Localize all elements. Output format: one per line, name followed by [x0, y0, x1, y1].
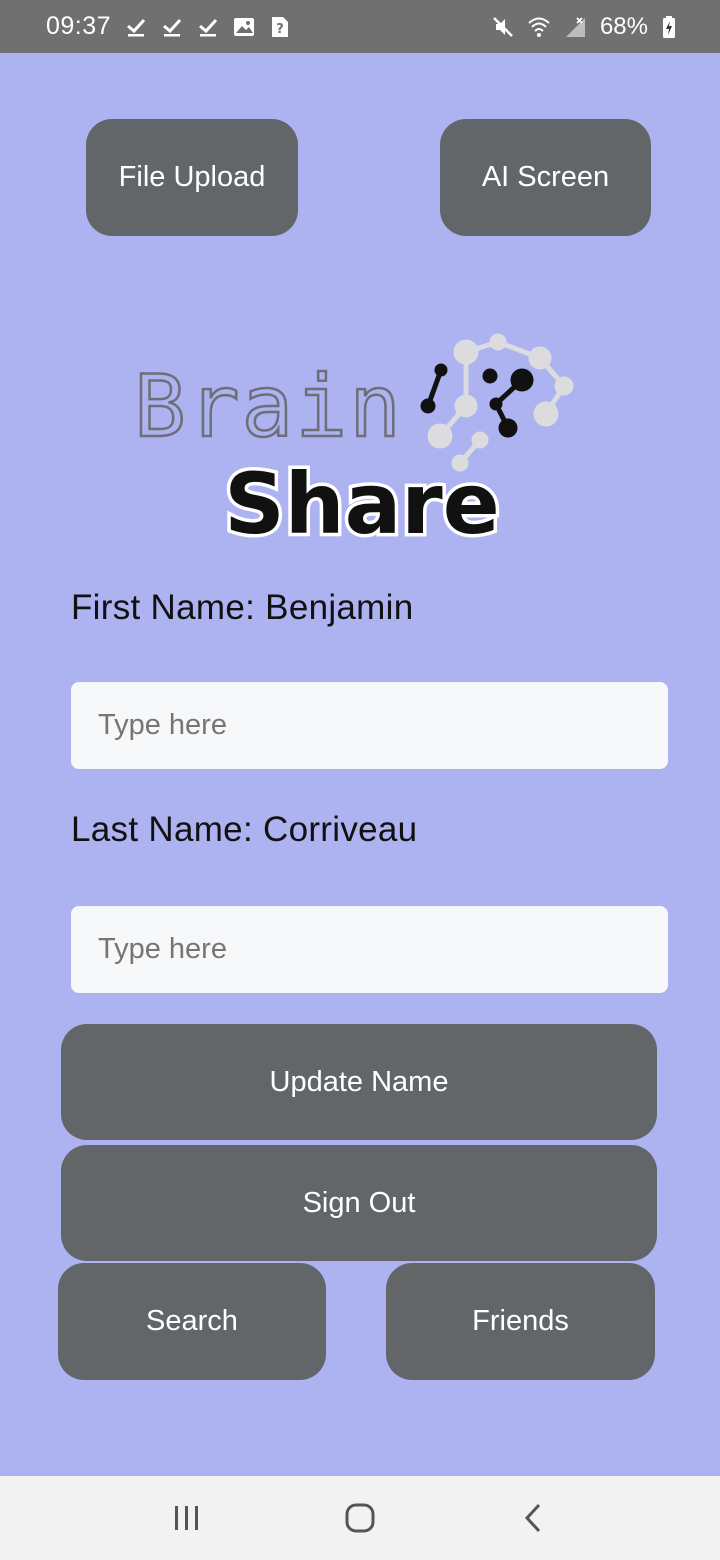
- no-signal-icon: [564, 16, 586, 38]
- status-left: 09:37 ?: [46, 12, 291, 41]
- home-icon[interactable]: [330, 1488, 390, 1548]
- file-upload-button[interactable]: File Upload: [86, 119, 298, 236]
- battery-charging-icon: [662, 15, 676, 38]
- logo-brain-text: Brain: [134, 357, 403, 457]
- sign-out-button[interactable]: Sign Out: [61, 1145, 657, 1261]
- check-icon: [161, 16, 183, 38]
- logo-share-text: Share: [224, 455, 499, 553]
- battery-level: 68%: [599, 12, 648, 40]
- update-name-button[interactable]: Update Name: [61, 1024, 657, 1140]
- wifi-icon: [528, 16, 550, 38]
- last-name-input[interactable]: [71, 906, 668, 993]
- first-name-input[interactable]: [71, 682, 668, 769]
- image-icon: [233, 16, 255, 38]
- check-icon: [197, 16, 219, 38]
- first-name-label: First Name: Benjamin: [71, 588, 414, 627]
- back-icon[interactable]: [503, 1488, 563, 1548]
- status-right: 68%: [492, 13, 676, 41]
- profile-screen: File Upload AI Screen Brain Share First …: [0, 53, 720, 1476]
- mute-icon: [492, 16, 514, 38]
- ai-screen-button[interactable]: AI Screen: [440, 119, 651, 236]
- last-name-label: Last Name: Corriveau: [71, 810, 418, 849]
- status-bar: 09:37 ? 68%: [0, 0, 720, 53]
- friends-button[interactable]: Friends: [386, 1263, 655, 1380]
- recent-apps-icon[interactable]: [157, 1488, 217, 1548]
- navigation-bar: [0, 1476, 720, 1560]
- unknown-app-icon: ?: [269, 16, 291, 38]
- svg-text:?: ?: [276, 22, 284, 37]
- search-button[interactable]: Search: [58, 1263, 326, 1380]
- brain-share-logo: Brain Share: [130, 328, 590, 557]
- status-time: 09:37: [46, 12, 112, 40]
- check-icon: [125, 16, 147, 38]
